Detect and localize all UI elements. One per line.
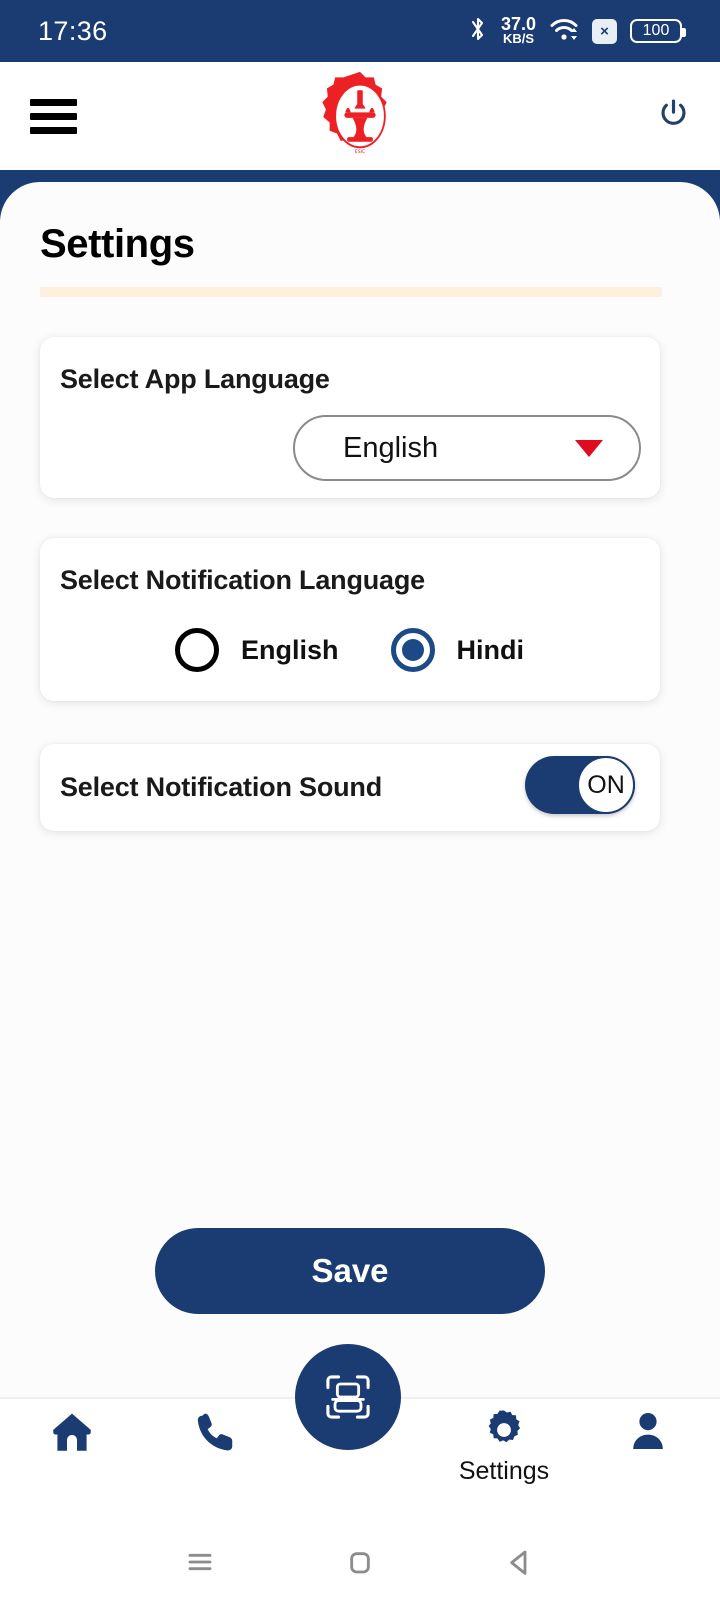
status-clock: 17:36 <box>38 15 108 46</box>
app-language-dropdown[interactable]: English <box>293 415 641 481</box>
person-icon <box>633 1413 663 1449</box>
phone-icon <box>197 1413 233 1451</box>
nav-label-settings: Settings <box>458 1457 550 1485</box>
radio-label-english: English <box>241 634 339 665</box>
nav-item-profile[interactable] <box>576 1399 720 1459</box>
notification-sound-toggle[interactable]: ON <box>525 756 635 814</box>
bottom-navigation: Settings <box>0 1344 720 1519</box>
wifi-icon <box>549 16 579 47</box>
toggle-knob-label: ON <box>577 756 635 814</box>
card-app-language: Select App Language English <box>40 337 660 498</box>
battery-indicator: 100 <box>630 19 686 43</box>
chevron-down-icon <box>575 439 603 457</box>
radio-label-hindi: Hindi <box>456 634 525 665</box>
nav-item-settings[interactable]: Settings <box>432 1399 576 1486</box>
network-speed: 37.0 KB/S <box>500 13 536 47</box>
bottom-nav-items: Settings <box>0 1399 720 1519</box>
app-language-value: English <box>343 431 439 464</box>
nav-item-home[interactable] <box>0 1399 144 1461</box>
recents-icon[interactable] <box>180 1542 220 1587</box>
app-language-label: Select App Language <box>60 364 330 394</box>
card-notification-language: Select Notification Language English Hin… <box>40 538 660 701</box>
sim-disabled-icon: × <box>592 18 617 44</box>
card-notification-sound: Select Notification Sound ON <box>40 744 660 831</box>
power-icon[interactable] <box>657 97 690 135</box>
radio-circle-selected-icon <box>390 628 435 672</box>
organization-logo: ESIC <box>314 70 406 167</box>
radio-option-english[interactable]: English <box>175 628 339 672</box>
status-bar: 17:36 37.0 KB/S × 100 <box>0 0 720 62</box>
notification-language-label: Select Notification Language <box>60 565 425 595</box>
hamburger-menu-icon[interactable] <box>30 98 77 134</box>
bluetooth-icon <box>468 15 488 48</box>
home-square-icon[interactable] <box>340 1542 380 1587</box>
notification-language-radio-group: English Hindi <box>175 628 524 672</box>
nav-item-scan-placeholder <box>288 1399 432 1411</box>
status-icons: 37.0 KB/S × 100 <box>468 13 686 48</box>
page-title: Settings <box>40 222 195 266</box>
app-header: ESIC <box>0 62 720 170</box>
title-divider <box>40 287 662 297</box>
notification-sound-label: Select Notification Sound <box>60 772 383 802</box>
nav-item-call[interactable] <box>144 1399 288 1461</box>
svg-text:ESIC: ESIC <box>355 149 365 155</box>
home-icon <box>53 1413 91 1451</box>
back-triangle-icon[interactable] <box>500 1542 540 1587</box>
save-button[interactable]: Save <box>155 1228 545 1314</box>
gear-icon <box>488 1410 521 1443</box>
radio-option-hindi[interactable]: Hindi <box>390 628 525 672</box>
radio-circle-icon <box>175 628 219 672</box>
phone-screen: 17:36 37.0 KB/S × 100 ESIC Settings Sele… <box>0 0 720 1612</box>
system-navigation-bar <box>0 1517 720 1612</box>
